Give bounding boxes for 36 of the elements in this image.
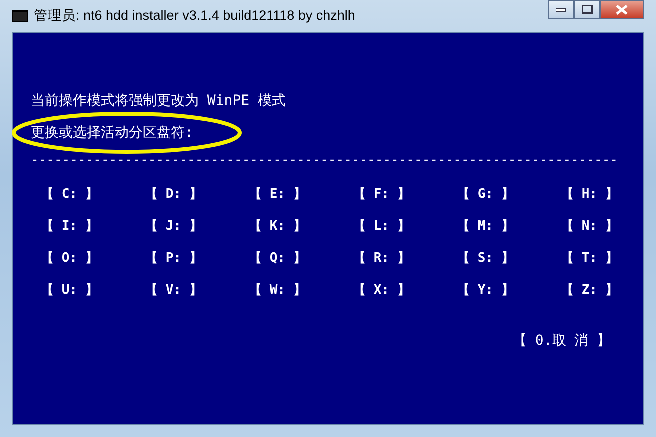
console-line: 更换或选择活动分区盘符:	[31, 125, 194, 141]
drive-option[interactable]: 【 C: 】	[41, 186, 145, 204]
drive-option[interactable]: 【 H: 】	[561, 186, 656, 204]
drive-option[interactable]: 【 R: 】	[353, 250, 457, 268]
drive-option[interactable]: 【 Q: 】	[249, 250, 353, 268]
close-icon	[616, 4, 628, 14]
console-icon	[12, 10, 28, 22]
drive-option[interactable]: 【 N: 】	[561, 218, 656, 236]
drive-option[interactable]: 【 D: 】	[145, 186, 249, 204]
drive-option[interactable]: 【 Y: 】	[457, 282, 561, 300]
drive-option[interactable]: 【 T: 】	[561, 250, 656, 268]
window-title: 管理员: nt6 hdd installer v3.1.4 build121118 by chzhlh	[34, 7, 356, 25]
minimize-icon	[556, 8, 566, 12]
drive-option[interactable]: 【 U: 】	[41, 282, 145, 300]
drive-option[interactable]: 【 P: 】	[145, 250, 249, 268]
drive-option[interactable]: 【 J: 】	[145, 218, 249, 236]
drive-option[interactable]: 【 X: 】	[353, 282, 457, 300]
drive-option[interactable]: 【 W: 】	[249, 282, 353, 300]
close-button[interactable]	[600, 0, 644, 19]
maximize-button[interactable]	[574, 0, 600, 19]
drive-option[interactable]: 【 O: 】	[41, 250, 145, 268]
drive-option[interactable]: 【 K: 】	[249, 218, 353, 236]
drive-option[interactable]: 【 M: 】	[457, 218, 561, 236]
drive-option[interactable]: 【 F: 】	[353, 186, 457, 204]
maximize-icon	[582, 5, 592, 14]
drive-option[interactable]: 【 E: 】	[249, 186, 353, 204]
console-line: 当前操作模式将强制更改为 WinPE 模式	[31, 93, 286, 109]
cancel-option[interactable]: 【 0.取 消 】	[513, 333, 612, 349]
drive-option[interactable]: 【 I: 】	[41, 218, 145, 236]
drive-option[interactable]: 【 V: 】	[145, 282, 249, 300]
dashed-separator: ---------------------------------------------------------------------------	[31, 153, 619, 168]
minimize-button[interactable]	[548, 0, 574, 19]
drive-option[interactable]: 【 S: 】	[457, 250, 561, 268]
drive-option[interactable]: 【 G: 】	[457, 186, 561, 204]
drive-option[interactable]: 【 L: 】	[353, 218, 457, 236]
drive-option[interactable]: 【 Z: 】	[561, 282, 656, 300]
